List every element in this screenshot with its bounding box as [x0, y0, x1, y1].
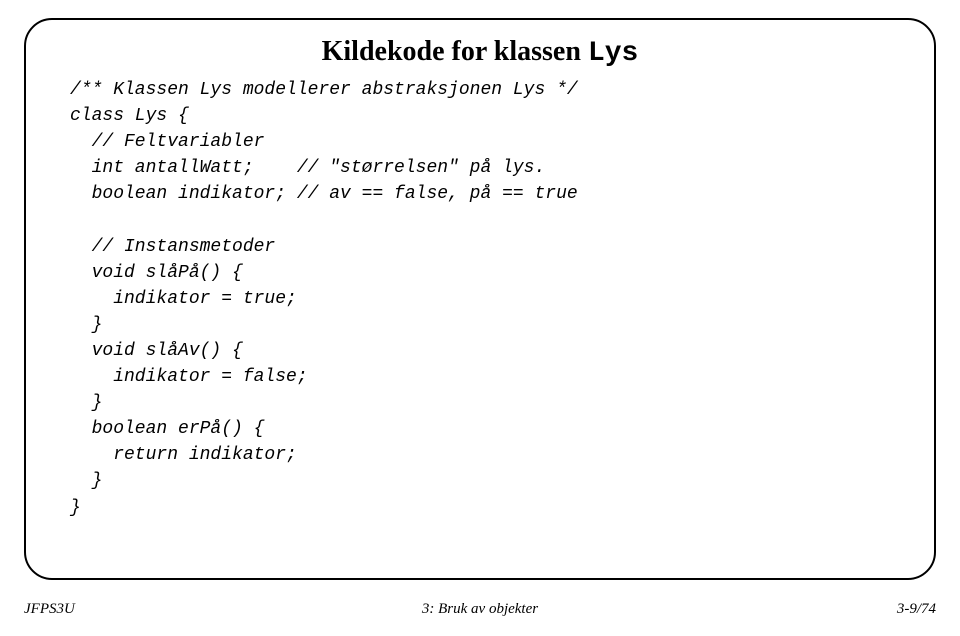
slide-frame: Kildekode for klassen Lys /** Klassen Ly…	[24, 18, 936, 580]
title-prefix: Kildekode for klassen	[322, 36, 588, 67]
slide-title: Kildekode for klassen Lys	[70, 36, 890, 69]
footer-right: 3-9/74	[897, 601, 936, 618]
title-classname: Lys	[588, 38, 638, 69]
footer-center: 3: Bruk av objekter	[422, 601, 538, 618]
code-block: /** Klassen Lys modellerer abstraksjonen…	[70, 77, 890, 521]
footer-left: JFPS3U	[24, 601, 75, 618]
slide-footer: JFPS3U 3: Bruk av objekter 3-9/74	[24, 601, 936, 618]
